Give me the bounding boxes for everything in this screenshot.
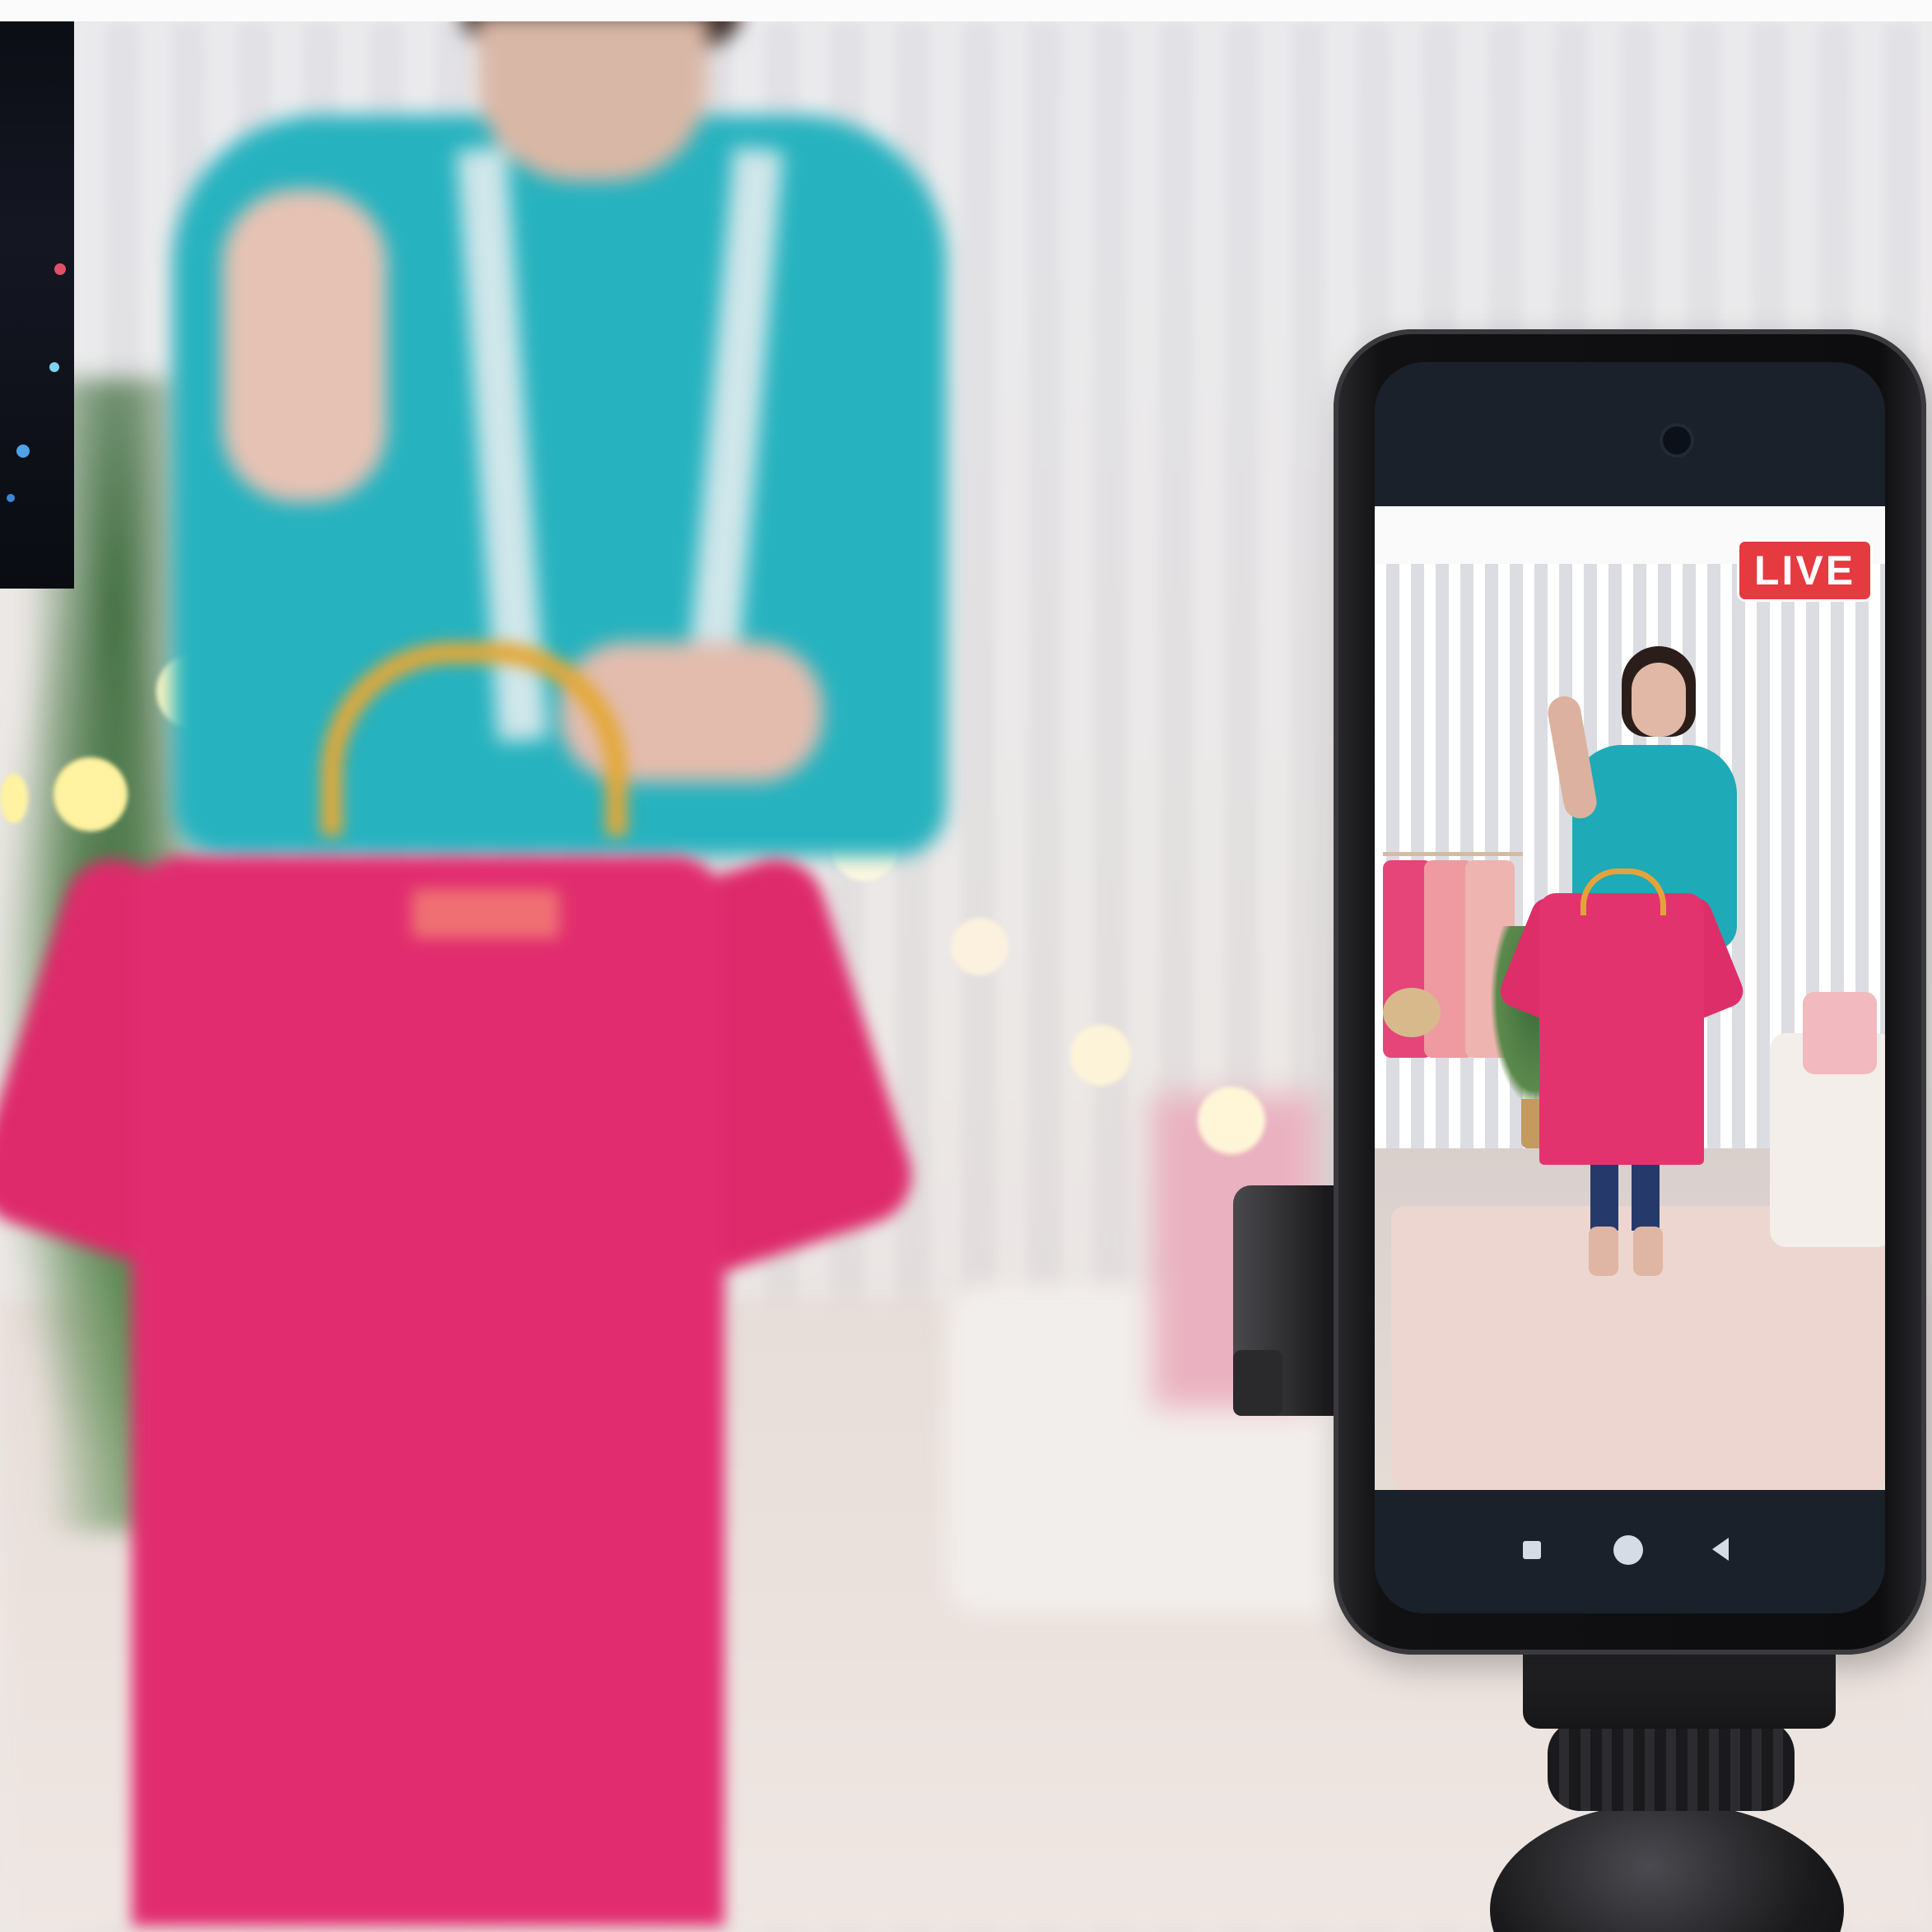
tshirt-body — [132, 856, 724, 1926]
tripod-ring — [1548, 1720, 1795, 1811]
presenter-neck — [477, 16, 708, 181]
screen-presenter-face — [1632, 663, 1686, 737]
inset-dark-photo — [0, 0, 74, 589]
phone-navigation-bar — [1375, 1490, 1885, 1613]
inset-glint — [54, 263, 66, 275]
screen-straw-hat — [1383, 988, 1441, 1037]
front-camera-icon — [1663, 426, 1691, 454]
inset-glint — [16, 445, 30, 458]
bokeh-light — [951, 918, 1008, 975]
inset-glint — [7, 494, 15, 502]
smartphone: LIVE — [1334, 329, 1926, 1655]
back-icon[interactable] — [1712, 1538, 1729, 1561]
home-icon[interactable] — [1613, 1535, 1643, 1565]
inset-glint — [49, 362, 59, 372]
phone-screen-livestream[interactable]: LIVE — [1375, 506, 1885, 1490]
blurred-pink-tshirt — [0, 790, 924, 1932]
live-badge: LIVE — [1737, 539, 1874, 602]
screen-presenter-leg — [1590, 1157, 1618, 1231]
screen-pink-tshirt — [1539, 893, 1704, 1165]
recent-apps-icon[interactable] — [1523, 1541, 1541, 1559]
presenter-raised-hand — [222, 189, 387, 502]
bokeh-light — [1198, 1087, 1265, 1154]
screen-presenter-foot — [1589, 1227, 1618, 1276]
phone-clamp-tab — [1233, 1350, 1283, 1416]
bokeh-light — [1070, 1025, 1131, 1086]
tshirt-label — [412, 889, 560, 938]
screen-presenter-leg — [1632, 1157, 1660, 1231]
top-white-strip — [0, 0, 1932, 21]
screen-presenter-foot — [1633, 1227, 1663, 1276]
screen-cushion — [1803, 992, 1877, 1074]
livestream-photo: LIVE — [0, 0, 1932, 1932]
